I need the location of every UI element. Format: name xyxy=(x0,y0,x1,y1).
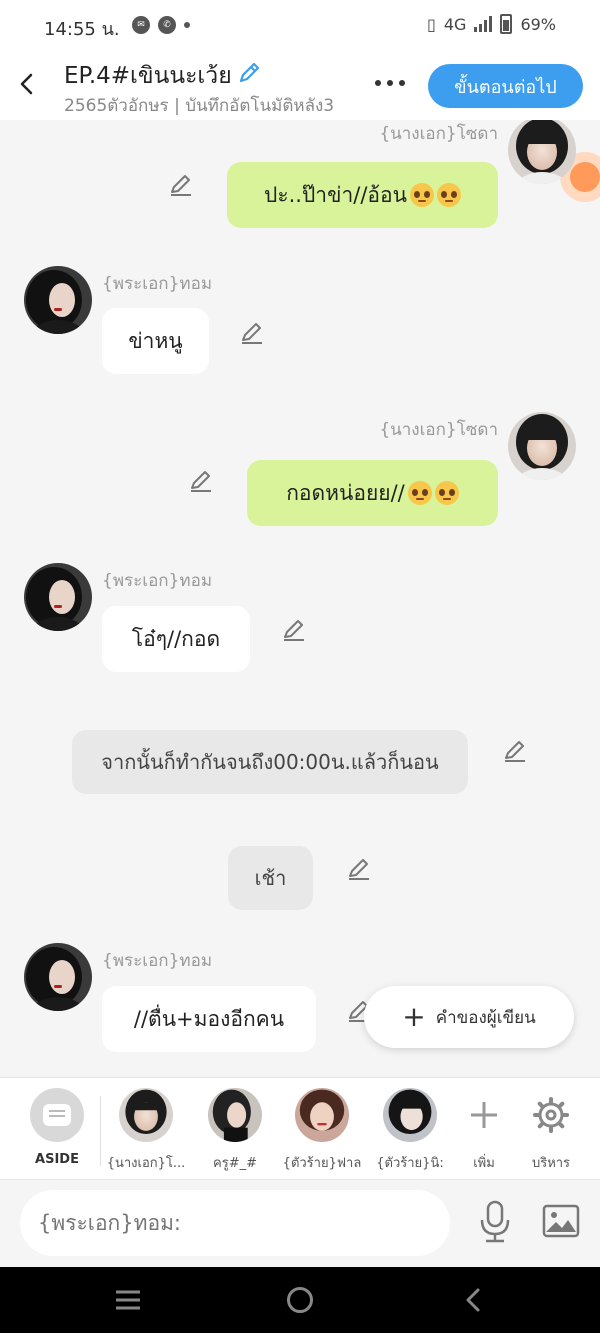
system-back-icon[interactable] xyxy=(462,1287,484,1313)
message-bubble[interactable]: //ตื่น+มองอีกคน xyxy=(102,986,316,1052)
message-input[interactable] xyxy=(20,1190,450,1256)
message-bubble[interactable]: ข่าหนู xyxy=(102,308,209,374)
more-options-icon[interactable] xyxy=(372,73,408,93)
pleading-face-emoji xyxy=(409,183,434,207)
back-arrow-icon[interactable] xyxy=(14,70,42,98)
narration-bubble[interactable]: จากนั้นก็ทำกันจนถึง00:00น.แล้วก็นอน xyxy=(72,730,468,794)
manage-characters-button[interactable]: บริหาร xyxy=(506,1088,596,1173)
narration-text: จากนั้นก็ทำกันจนถึง00:00น.แล้วก็นอน xyxy=(101,750,439,774)
avatar-hero[interactable] xyxy=(24,266,92,334)
plus-icon: + xyxy=(402,1000,426,1033)
character-avatar xyxy=(383,1088,437,1142)
message-text: //ตื่น+มองอีกคน xyxy=(133,1006,285,1031)
speaker-name: {พระเอก}ทอม xyxy=(102,274,213,294)
pleading-face-emoji xyxy=(434,481,459,505)
character-item[interactable]: {ตัวร้าย}ฟาล xyxy=(277,1088,367,1173)
avatar-hero[interactable] xyxy=(24,943,92,1011)
aside-icon xyxy=(30,1088,84,1142)
speaker-name: {พระเอก}ทอม xyxy=(102,951,213,971)
next-step-button[interactable]: ขั้นตอนต่อไป xyxy=(428,64,583,108)
edit-title-pencil-icon[interactable] xyxy=(236,60,262,86)
edit-pencil-icon[interactable] xyxy=(346,856,372,882)
message-bubble[interactable]: โอ๋ๆ//กอด xyxy=(102,606,250,672)
character-bar: ASIDE {นางเอก}โ... ครู#_# {ตัวร้าย}ฟาล {… xyxy=(0,1077,600,1179)
chat-area: {นางเอก}โซดา ปะ..ป๊าข่า//อ้อน {พระเอก}ทอ… xyxy=(0,120,600,1077)
message-text: ปะ..ป๊าข่า//อ้อน xyxy=(264,182,407,207)
edit-pencil-icon[interactable] xyxy=(502,738,528,764)
edit-pencil-icon[interactable] xyxy=(239,320,265,346)
status-right: ▯ 4G 69% xyxy=(427,14,556,34)
battery-percent: 69% xyxy=(520,14,556,34)
recent-apps-icon[interactable] xyxy=(114,1289,142,1311)
manage-label: บริหาร xyxy=(531,1156,571,1171)
pleading-face-emoji xyxy=(436,183,461,207)
line-icon: ✆ xyxy=(158,16,176,34)
battery-icon xyxy=(500,14,513,34)
more-notifications-dot xyxy=(184,22,190,28)
signal-icon xyxy=(474,16,493,32)
character-avatar xyxy=(208,1088,262,1142)
microphone-icon[interactable] xyxy=(478,1200,512,1244)
home-icon[interactable] xyxy=(287,1287,313,1313)
avatar-hero[interactable] xyxy=(24,563,92,631)
speaker-name: {นางเอก}โซดา xyxy=(379,420,498,440)
message-bubble[interactable]: กอดหน่อยย// xyxy=(247,460,498,526)
gear-icon xyxy=(533,1097,569,1133)
story-header: EP.4#เขินนะเว้ย 2565ตัวอักษร | บันทึกอัต… xyxy=(0,50,600,120)
pleading-face-emoji xyxy=(407,481,432,505)
character-item[interactable]: {นางเอก}โ... xyxy=(101,1088,191,1173)
speaker-name: {นางเอก}โซดา xyxy=(379,124,498,144)
status-time: 14:55 น. xyxy=(44,19,120,40)
notification-icons: ✉ ✆ xyxy=(132,16,190,34)
status-bar: 14:55 น. ✉ ✆ ▯ 4G 69% xyxy=(0,0,600,50)
speaker-name: {พระเอก}ทอม xyxy=(102,571,213,591)
edit-pencil-icon[interactable] xyxy=(281,617,307,643)
vibrate-icon: ▯ xyxy=(427,14,436,34)
message-text: กอดหน่อยย// xyxy=(286,480,405,505)
aside-label: ASIDE xyxy=(35,1152,79,1167)
author-note-label: คำของผู้เขียน xyxy=(435,1007,536,1028)
message-text: ข่าหนู xyxy=(128,328,183,353)
avatar-heroine[interactable] xyxy=(508,412,576,480)
message-text: โอ๋ๆ//กอด xyxy=(131,626,221,651)
system-nav-bar xyxy=(0,1267,600,1333)
character-avatar xyxy=(119,1088,173,1142)
plus-icon xyxy=(471,1102,497,1128)
narration-bubble[interactable]: เช้า xyxy=(228,846,313,910)
image-icon[interactable] xyxy=(542,1204,580,1238)
network-label: 4G xyxy=(443,14,467,34)
character-name: ครู#_# xyxy=(213,1156,257,1171)
character-item[interactable]: ครู#_# xyxy=(190,1088,280,1173)
edit-pencil-icon[interactable] xyxy=(188,468,214,494)
character-avatar xyxy=(295,1088,349,1142)
aside-option[interactable]: ASIDE xyxy=(12,1088,102,1167)
edit-pencil-icon[interactable] xyxy=(168,172,194,198)
episode-subtitle: 2565ตัวอักษร | บันทึกอัตโนมัติหลัง3 xyxy=(64,96,335,116)
messenger-icon: ✉ xyxy=(132,16,150,34)
character-name: {นางเอก}โ... xyxy=(106,1156,186,1171)
episode-title: EP.4#เขินนะเว้ย xyxy=(64,63,232,89)
input-bar xyxy=(0,1179,600,1267)
message-bubble[interactable]: ปะ..ป๊าข่า//อ้อน xyxy=(227,162,498,228)
narration-text: เช้า xyxy=(254,866,287,890)
character-name: {ตัวร้าย}ฟาล xyxy=(282,1156,362,1171)
author-note-button[interactable]: + คำของผู้เขียน xyxy=(364,986,574,1048)
